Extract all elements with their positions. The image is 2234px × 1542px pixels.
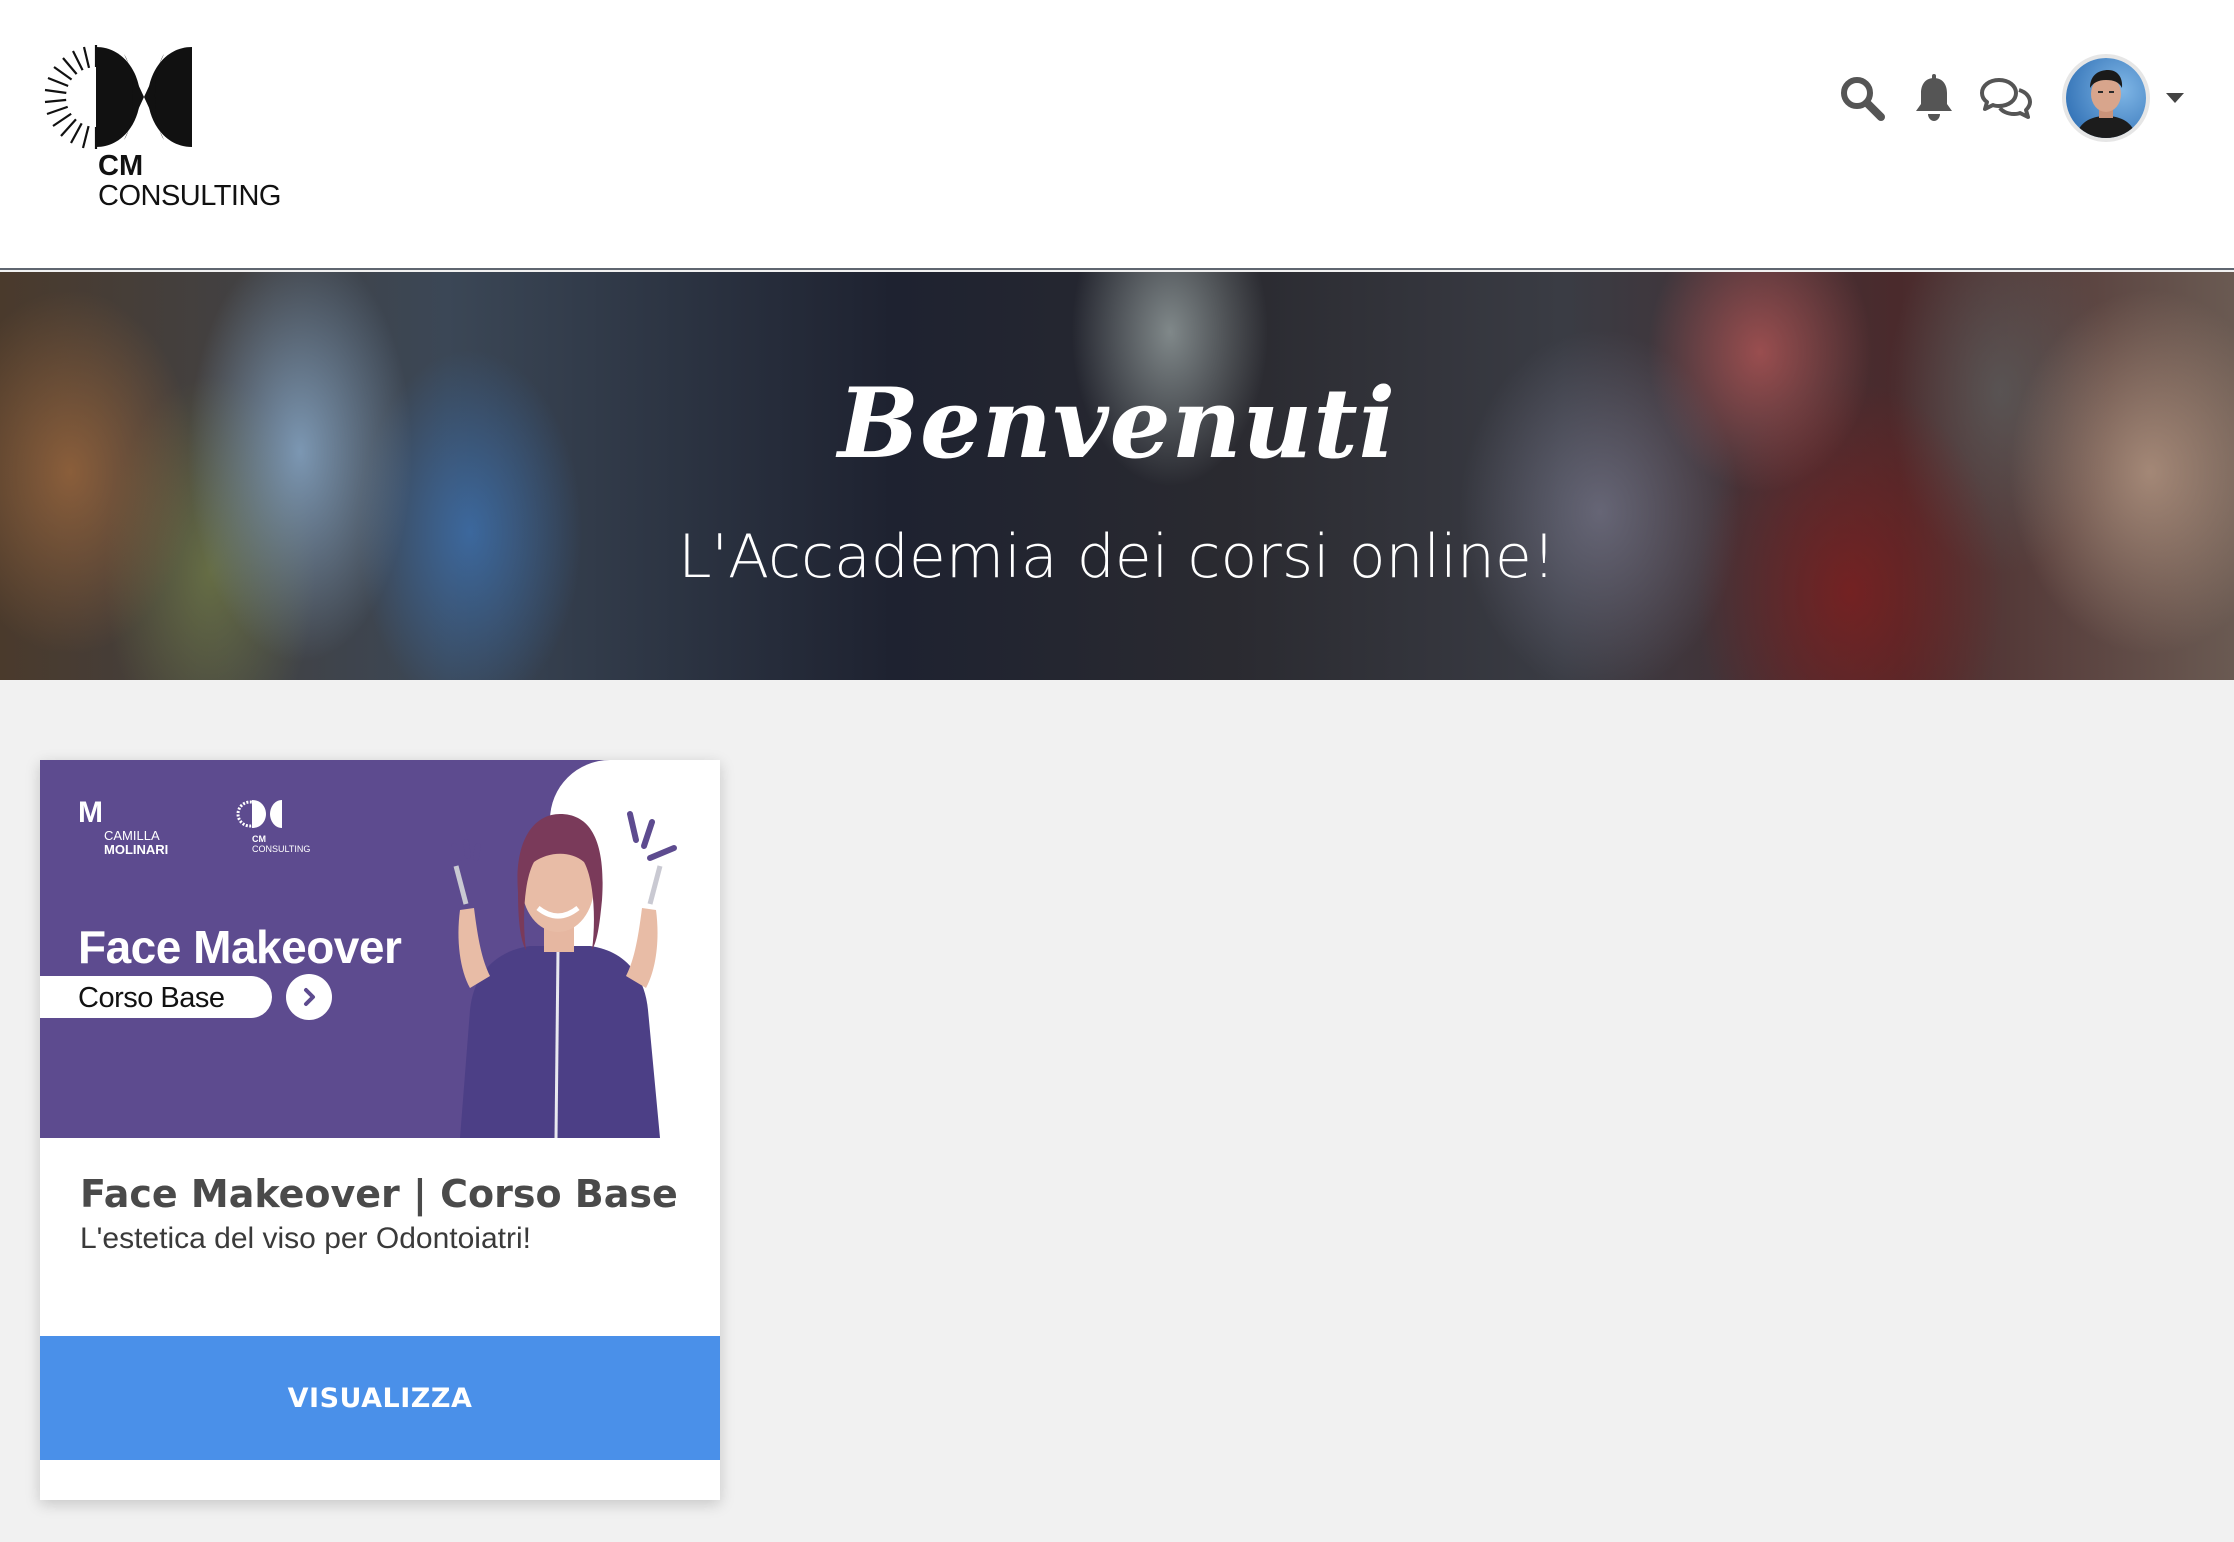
brand-letter: M — [78, 796, 103, 829]
brand-name-line1: CM — [98, 150, 144, 182]
thumbnail-headline: Face Makeover — [78, 921, 402, 973]
avatar — [2062, 54, 2150, 142]
messages-button[interactable] — [1978, 70, 2034, 126]
thumbnail-arrow — [286, 974, 332, 1020]
hero-banner: Benvenuti L'Accademia dei corsi online! — [0, 272, 2234, 680]
top-header: CM CONSULTING — [0, 0, 2234, 270]
brand-name1: CAMILLA — [104, 828, 160, 843]
chevron-right-icon — [304, 988, 315, 1006]
brand-logo[interactable]: CM CONSULTING — [44, 44, 304, 214]
course-description: L'estetica del viso per Odontoiatri! — [80, 1222, 531, 1255]
notifications-button[interactable] — [1906, 70, 1962, 126]
hero-title: Benvenuti — [837, 367, 1397, 480]
logo-mark-icon — [236, 800, 282, 828]
cm-consulting-small-logo: CM CONSULTING — [236, 796, 310, 856]
bell-icon — [1916, 74, 1952, 121]
brand2-line1: CM — [252, 834, 266, 844]
user-menu[interactable] — [2062, 54, 2184, 142]
thumbnail-pill-label: Corso Base — [78, 982, 225, 1014]
brand-name2: MOLINARI — [104, 842, 169, 857]
brand2-line2: CONSULTING — [252, 844, 311, 854]
chat-icon — [1980, 78, 2032, 119]
hero-subtitle: L'Accademia dei corsi online! — [678, 522, 1556, 592]
instructor-photo — [451, 811, 677, 1138]
course-card-body: Face Makeover | Corso Base L'estetica de… — [80, 1172, 680, 1256]
course-card: M CAMILLA MOLINARI CM CONSULTING Face Ma… — [40, 760, 720, 1500]
logo-mark-icon — [44, 45, 192, 149]
brand-name-line2: CONSULTING — [98, 180, 281, 212]
chevron-down-icon — [2166, 93, 2184, 103]
search-icon — [1841, 77, 1885, 121]
thumbnail-pill: Corso Base — [40, 976, 272, 1018]
search-button[interactable] — [1834, 70, 1890, 126]
course-thumbnail[interactable]: M CAMILLA MOLINARI CM CONSULTING Face Ma… — [40, 760, 720, 1138]
user-avatar-image — [2066, 58, 2146, 138]
course-title[interactable]: Face Makeover | Corso Base — [80, 1172, 680, 1216]
header-actions — [1818, 48, 2184, 148]
view-course-button[interactable]: VISUALIZZA — [40, 1336, 720, 1460]
camilla-molinari-logo: M CAMILLA MOLINARI — [78, 796, 168, 857]
